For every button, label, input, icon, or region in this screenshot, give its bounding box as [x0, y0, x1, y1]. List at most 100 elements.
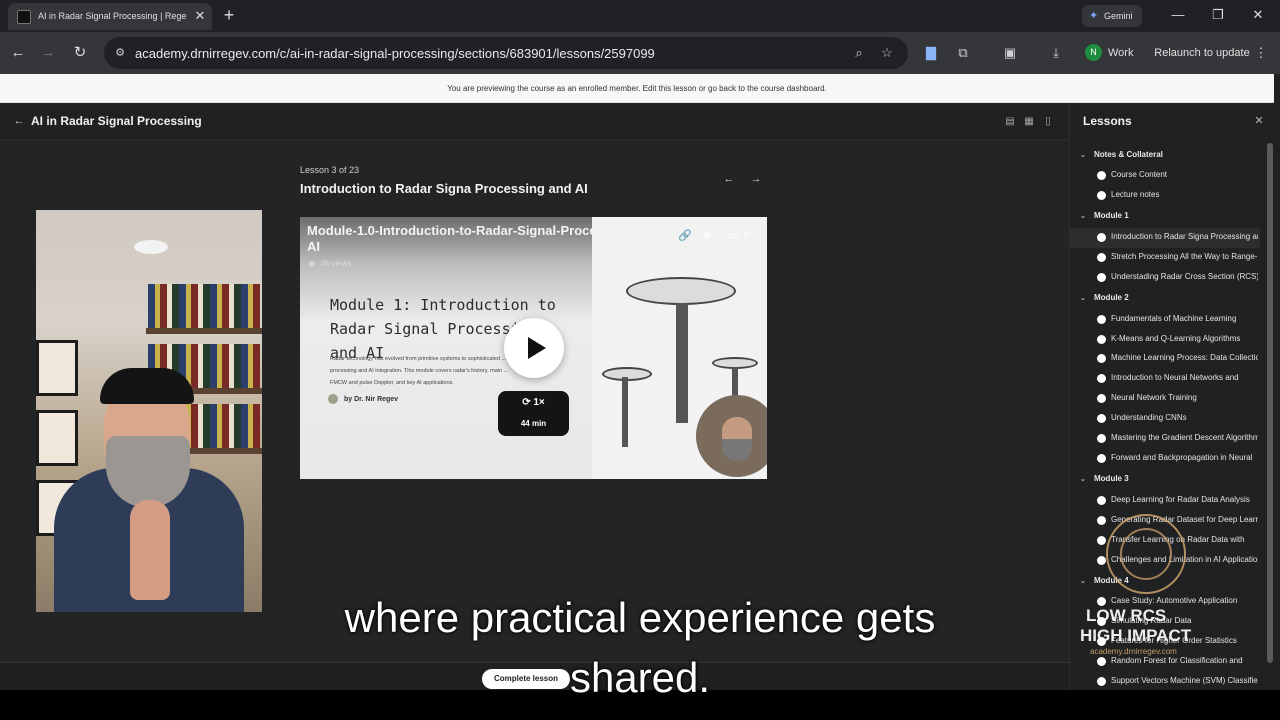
play-button[interactable]	[504, 318, 564, 378]
video-duration: 44 min	[520, 419, 547, 428]
back-icon[interactable]: ←	[7, 42, 29, 64]
art-disc	[626, 277, 736, 305]
chevron-down-icon: ⌄	[1080, 476, 1086, 483]
art-tower	[676, 303, 688, 423]
comment-count: 0	[744, 230, 750, 240]
lesson-item[interactable]: Introduction to Neural Networks and	[1070, 369, 1260, 389]
close-window-icon[interactable]: ✕	[1246, 4, 1270, 26]
profile-button[interactable]: N Work	[1082, 40, 1144, 66]
comment-icon[interactable]: ▭	[725, 228, 743, 244]
browser-tab-bar: AI in Radar Signal Processing | Regev's …	[0, 0, 1280, 32]
lesson-item[interactable]: Stretch Processing All the Way to Range-…	[1070, 248, 1260, 268]
lesson-status-icon	[1097, 335, 1106, 344]
radar-logo-inner-icon	[1120, 528, 1172, 580]
section-module-3[interactable]: ⌄ Module 3	[1080, 474, 1129, 490]
settings-gear-icon[interactable]: ✷	[698, 228, 716, 244]
chevron-down-icon: ⌄	[1080, 213, 1086, 220]
close-sidebar-icon[interactable]: ✕	[1252, 114, 1266, 128]
lesson-label: Neural Network Training	[1111, 393, 1197, 402]
lesson-number: Lesson 3 of 23	[300, 165, 360, 175]
lesson-item[interactable]: Understading Radar Cross Section (RCS)	[1070, 268, 1260, 288]
url-text[interactable]: academy.drnirregev.com/c/ai-in-radar-sig…	[135, 46, 655, 61]
slide-author: by Dr. Nir Regev	[344, 396, 399, 403]
lesson-label: Machine Learning Process: Data Collectio…	[1111, 353, 1258, 362]
lesson-item[interactable]: Course Content	[1070, 166, 1260, 186]
lesson-item[interactable]: Understanding CNNs	[1070, 409, 1260, 429]
lesson-item[interactable]: Fundamentals of Machine Learning	[1070, 310, 1260, 330]
caption-line-1: where practical experience gets	[344, 594, 936, 641]
art-tower	[622, 377, 628, 447]
address-bar[interactable]: ⚙ academy.drnirregev.com/c/ai-in-radar-s…	[104, 37, 908, 69]
browser-menu-icon[interactable]: ⋮	[1254, 42, 1268, 64]
browser-toolbar: ← → ↻ ⚙ academy.drnirregev.com/c/ai-in-r…	[0, 32, 1280, 74]
lesson-item[interactable]: Deep Learning for Radar Data Analysis	[1070, 491, 1260, 511]
video-player[interactable]: Module-1.0-Introduction-to-Radar-Signal-…	[300, 217, 767, 479]
playback-info[interactable]: ⟳ 1× 44 min	[498, 391, 569, 436]
browser-tab[interactable]: AI in Radar Signal Processing | Regev's …	[8, 3, 212, 30]
lesson-item[interactable]: Forward and Backpropagation in Neural	[1070, 449, 1260, 469]
wall-picture	[36, 340, 78, 396]
lesson-item-current[interactable]: Introduction to Radar Signa Processing a…	[1070, 228, 1260, 248]
profile-label: Work	[1108, 47, 1134, 59]
lesson-item[interactable]: Lecture notes	[1070, 186, 1260, 206]
lesson-label: Mastering the Gradient Descent Algorithm	[1111, 433, 1258, 442]
minimize-icon[interactable]: —	[1166, 4, 1190, 26]
forward-icon[interactable]: →	[37, 42, 59, 64]
lesson-status-icon	[1097, 414, 1106, 423]
slide-body: Radar technology has evolved from primit…	[330, 356, 509, 386]
lesson-item[interactable]: K-Means and Q-Learning Algorithms	[1070, 330, 1260, 350]
smoke-detector	[134, 240, 168, 254]
link-icon[interactable]: 🔗	[676, 228, 694, 244]
gemini-label: Gemini	[1104, 11, 1133, 21]
playback-speed: ⟳ 1×	[498, 397, 569, 408]
lesson-title: Introduction to Radar Signa Processing a…	[300, 181, 588, 196]
wall-picture	[36, 410, 78, 466]
gemini-button[interactable]: ✦ Gemini	[1082, 5, 1142, 27]
relaunch-button[interactable]: Relaunch to update	[1150, 40, 1254, 66]
notes-icon[interactable]: ▤	[1003, 115, 1017, 129]
section-title: Module 3	[1094, 474, 1129, 483]
bookmark-icon[interactable]: ▯	[1041, 115, 1055, 129]
back-to-course-icon[interactable]: ←	[12, 113, 26, 129]
tab-search-icon[interactable]: ▣	[1000, 43, 1020, 63]
play-icon	[528, 337, 546, 359]
transcript-icon[interactable]: ▦	[1022, 115, 1036, 129]
reload-icon[interactable]: ↻	[69, 42, 91, 64]
bookmark-star-icon[interactable]: ☆	[878, 44, 896, 62]
lesson-status-icon	[1097, 233, 1106, 242]
presenter-webcam	[36, 210, 262, 612]
zoom-search-icon[interactable]: ⌕	[850, 44, 868, 62]
lesson-label: Lecture notes	[1111, 190, 1160, 199]
sidebar-scrollbar[interactable]	[1267, 143, 1273, 663]
lesson-item[interactable]: Machine Learning Process: Data Collectio…	[1070, 349, 1260, 369]
new-tab-icon[interactable]: +	[220, 5, 238, 25]
document-icon[interactable]: ▇	[921, 43, 941, 63]
section-notes-collateral[interactable]: ⌄ Notes & Collateral	[1080, 150, 1163, 166]
section-module-2[interactable]: ⌄ Module 2	[1080, 293, 1129, 309]
lesson-item[interactable]: Neural Network Training	[1070, 389, 1260, 409]
lesson-label: Introduction to Radar Signa Processing a…	[1111, 232, 1258, 241]
lesson-status-icon	[1097, 315, 1106, 324]
gemini-icon: ✦	[1089, 10, 1099, 22]
lesson-status-icon	[1097, 496, 1106, 505]
section-title: Module 2	[1094, 293, 1129, 302]
lesson-item[interactable]: Mastering the Gradient Descent Algorithm	[1070, 429, 1260, 449]
site-info-icon[interactable]: ⚙	[112, 45, 128, 61]
section-module-1[interactable]: ⌄ Module 1	[1080, 211, 1129, 227]
lesson-label: Introduction to Neural Networks and	[1111, 373, 1239, 382]
lesson-status-icon	[1097, 374, 1106, 383]
course-title[interactable]: AI in Radar Signal Processing	[31, 114, 202, 128]
lesson-status-icon	[1097, 191, 1106, 200]
previous-lesson-icon[interactable]: ←	[719, 170, 739, 188]
author-avatar	[328, 394, 338, 404]
lesson-label: Fundamentals of Machine Learning	[1111, 314, 1237, 323]
chevron-down-icon: ⌄	[1080, 295, 1086, 302]
presenter-hands	[130, 500, 170, 600]
section-title: Notes & Collateral	[1094, 150, 1163, 159]
restore-icon[interactable]: ❐	[1206, 4, 1230, 26]
extensions-icon[interactable]: ⧉	[953, 43, 973, 63]
lesson-label: Deep Learning for Radar Data Analysis	[1111, 495, 1250, 504]
next-lesson-icon[interactable]: →	[746, 170, 766, 188]
close-tab-icon[interactable]: ✕	[192, 7, 208, 25]
download-icon[interactable]: ⤓	[1046, 43, 1066, 63]
